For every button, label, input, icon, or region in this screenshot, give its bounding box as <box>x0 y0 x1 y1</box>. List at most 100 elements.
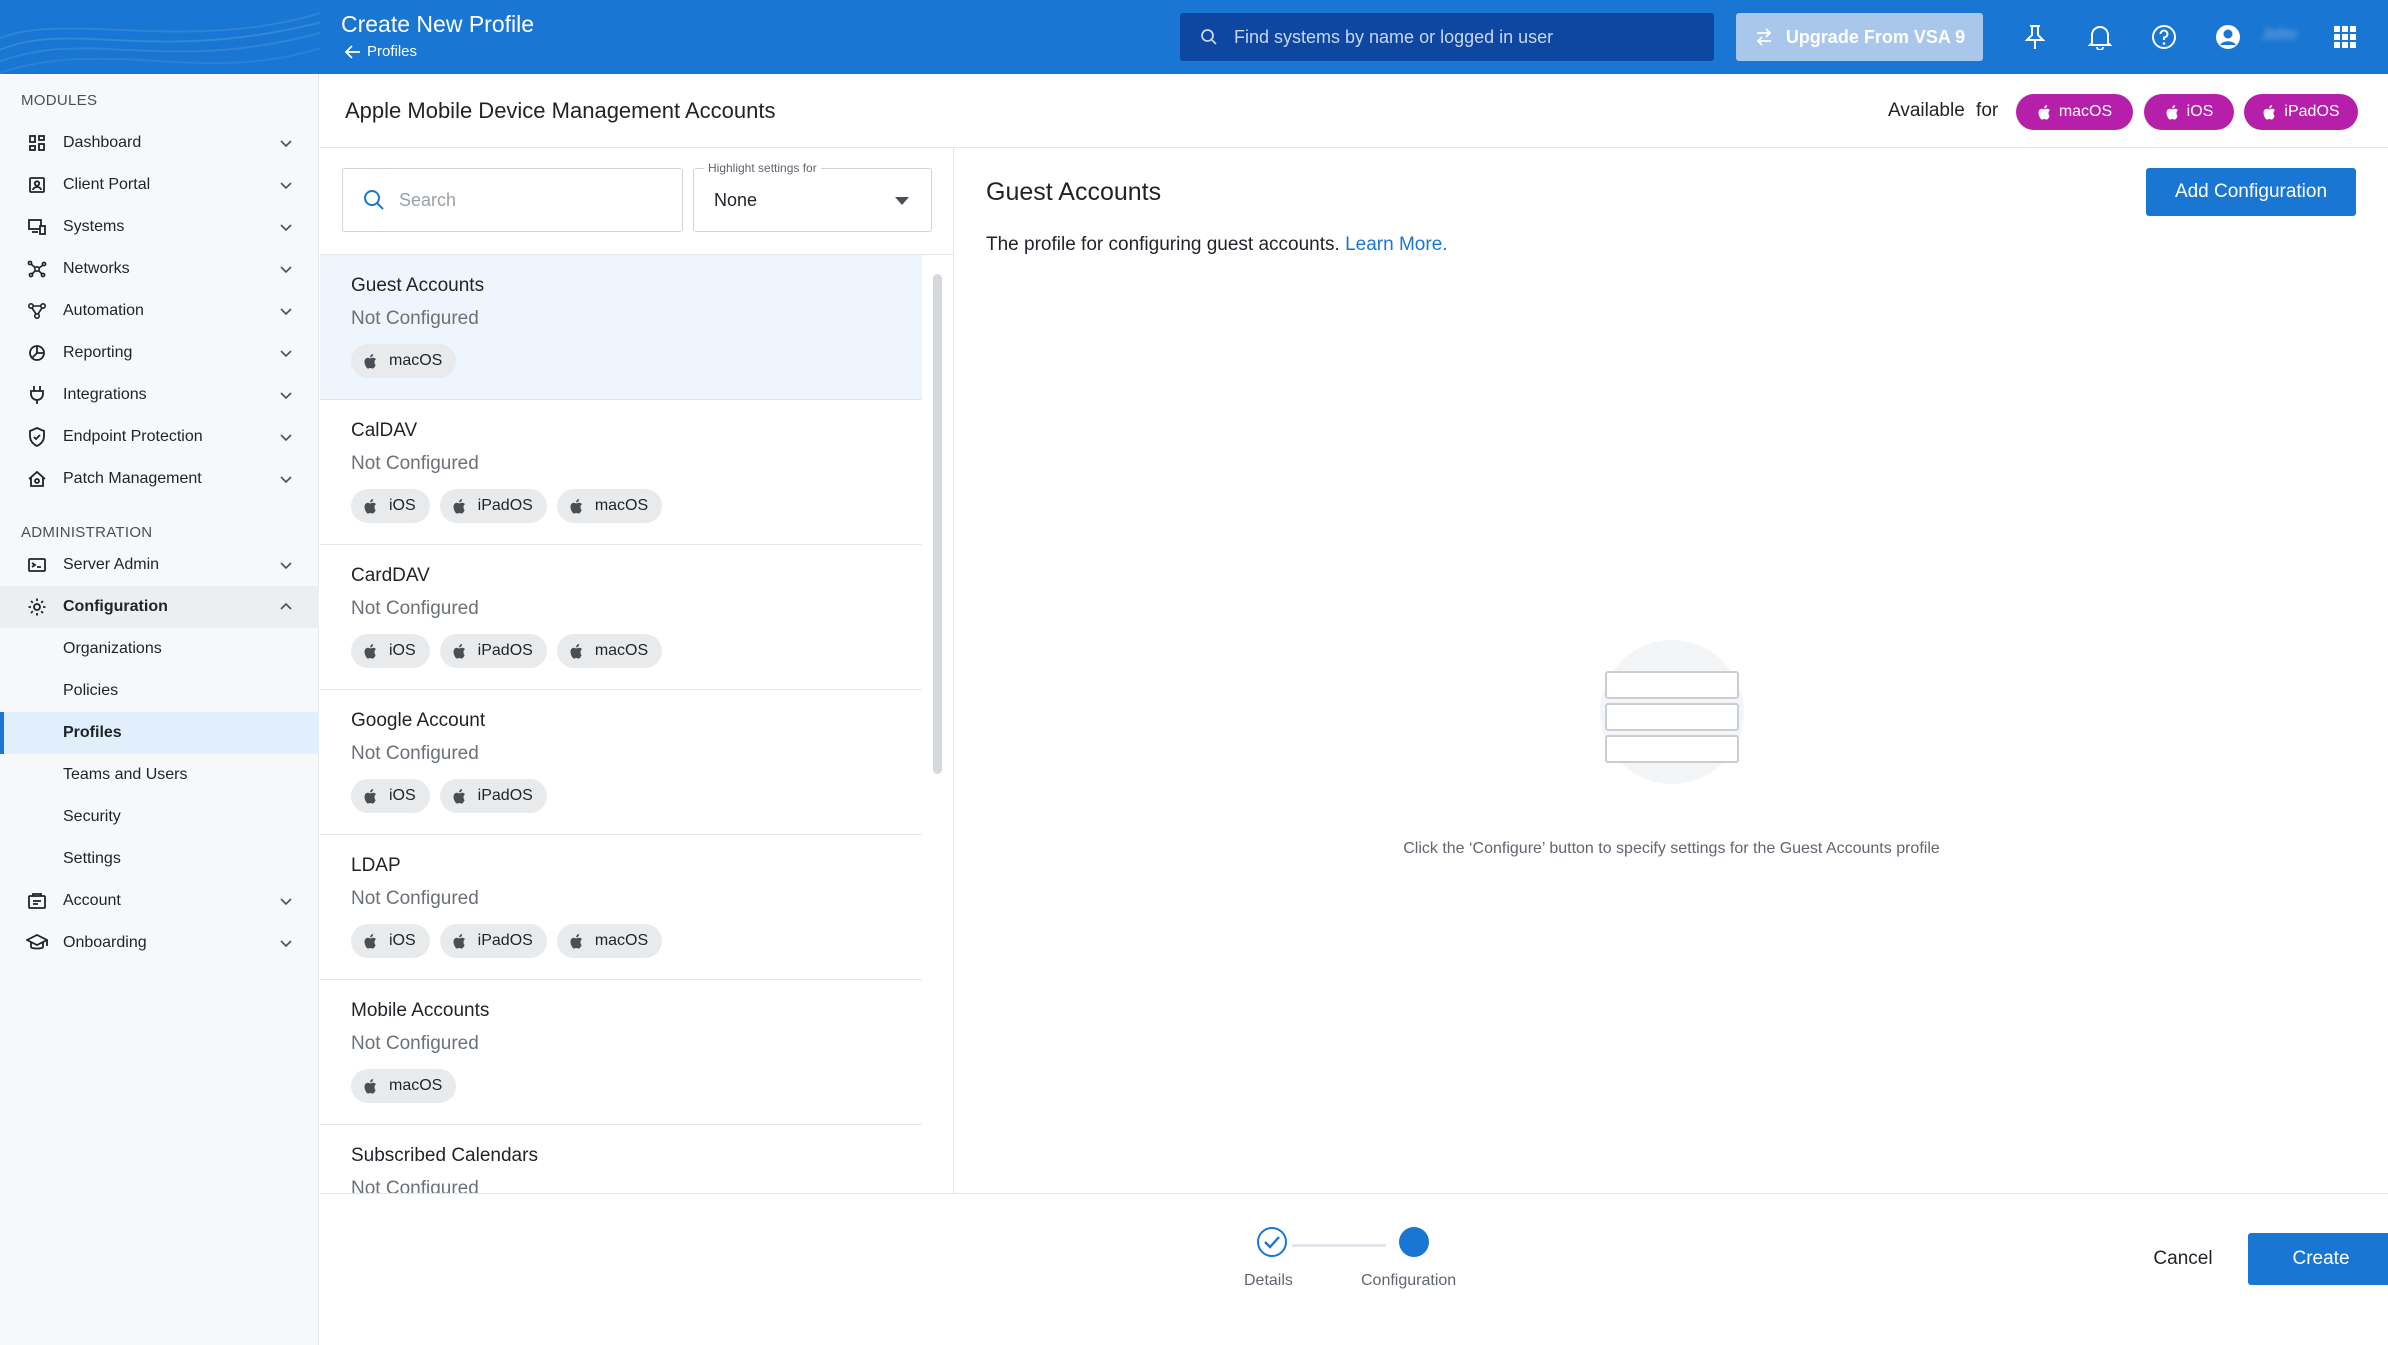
description-text: The profile for configuring guest accoun… <box>986 234 1340 255</box>
sidebar-item-label: Onboarding <box>63 934 147 951</box>
sidebar-item-automation[interactable]: Automation <box>0 290 319 332</box>
os-tag-label: iPadOS <box>477 642 533 659</box>
settings-list-item[interactable]: LDAP Not Configured iOS iPadOS macOS <box>320 835 922 980</box>
item-os-tags: iOS iPadOS <box>351 779 547 813</box>
apple-icon <box>453 498 465 514</box>
os-tag-label: macOS <box>594 642 649 659</box>
sidebar-subitem-teams-and-users[interactable]: Teams and Users <box>0 754 319 796</box>
chevron-down-icon <box>280 940 292 948</box>
apple-icon <box>364 498 376 514</box>
top-bar: Create New Profile Profiles Upgrade From… <box>0 0 2388 74</box>
list-scrollbar[interactable] <box>933 274 942 774</box>
settings-search[interactable] <box>342 168 683 232</box>
swap-icon <box>1756 28 1772 46</box>
settings-list-panel: Highlight settings for None Guest Accoun… <box>320 148 954 1193</box>
sidebar-item-server-admin[interactable]: Server Admin <box>0 544 319 586</box>
modules-section-label: MODULES <box>21 92 98 109</box>
sidebar-item-configuration[interactable]: Configuration <box>0 586 319 628</box>
os-tag: iPadOS <box>439 779 547 813</box>
item-name: LDAP <box>351 855 401 876</box>
step-label-configuration: Configuration <box>1361 1272 1457 1289</box>
os-tag: iOS <box>351 489 430 523</box>
item-name: CalDAV <box>351 420 418 441</box>
chevron-down-icon <box>280 224 292 232</box>
available-for-label: Available for <box>1888 100 1999 121</box>
os-tag-label: iOS <box>389 787 416 804</box>
graduation-icon <box>26 932 48 954</box>
os-tag: macOS <box>556 634 663 668</box>
sidebar-subitem-profiles[interactable]: Profiles <box>0 712 319 754</box>
apple-icon <box>453 788 465 804</box>
upgrade-label: Upgrade From VSA 9 <box>1785 26 1966 47</box>
sidebar-item-label: Endpoint Protection <box>63 428 203 445</box>
os-tag: macOS <box>556 489 663 523</box>
settings-list-item[interactable]: Subscribed Calendars Not Configured <box>320 1125 922 1193</box>
os-pill-ipados: iPadOS <box>2244 94 2358 130</box>
sidebar-item-label: Systems <box>63 218 125 235</box>
learn-more-link[interactable]: Learn More. <box>1345 234 1447 255</box>
network-icon <box>26 258 48 280</box>
step-current-indicator[interactable] <box>1396 1224 1432 1260</box>
os-pill-macos: macOS <box>2016 94 2133 130</box>
caret-down-icon <box>895 197 909 205</box>
chevron-down-icon <box>280 140 292 148</box>
item-status: Not Configured <box>351 888 479 909</box>
apple-icon <box>364 1078 376 1094</box>
chevron-down-icon <box>280 392 292 400</box>
add-configuration-button[interactable]: Add Configuration <box>2146 168 2356 216</box>
sidebar-item-reporting[interactable]: Reporting <box>0 332 319 374</box>
user-name[interactable]: John <box>2262 26 2297 44</box>
plug-icon <box>26 384 48 406</box>
sidebar-item-patch-management[interactable]: Patch Management <box>0 458 319 500</box>
highlight-settings-select[interactable]: Highlight settings for None <box>693 161 932 232</box>
sidebar-item-label: Reporting <box>63 344 133 361</box>
sidebar-subitem-security[interactable]: Security <box>0 796 319 838</box>
global-search-input[interactable] <box>1234 26 1694 48</box>
item-status: Not Configured <box>351 743 479 764</box>
devices-icon <box>26 216 48 238</box>
sidebar-item-account[interactable]: Account <box>0 880 319 922</box>
apple-icon <box>364 933 376 949</box>
sidebar-subitem-organizations[interactable]: Organizations <box>0 628 319 670</box>
sidebar-item-client-portal[interactable]: Client Portal <box>0 164 319 206</box>
pin-icon[interactable] <box>2018 20 2052 54</box>
chevron-down-icon <box>280 476 292 484</box>
cancel-button[interactable]: Cancel <box>2133 1234 2233 1284</box>
item-os-tags: iOS iPadOS macOS <box>351 489 663 523</box>
bell-icon[interactable] <box>2083 20 2117 54</box>
patch-icon <box>26 468 48 490</box>
os-tag: iPadOS <box>439 924 547 958</box>
sidebar-item-dashboard[interactable]: Dashboard <box>0 122 319 164</box>
apple-icon <box>570 933 582 949</box>
create-button[interactable]: Create <box>2248 1233 2388 1285</box>
os-tag-label: macOS <box>594 497 649 514</box>
os-tag: iOS <box>351 634 430 668</box>
settings-list-item[interactable]: Mobile Accounts Not Configured macOS <box>320 980 922 1125</box>
os-tag: macOS <box>351 1069 457 1103</box>
item-os-tags: macOS <box>351 344 457 378</box>
settings-list-item[interactable]: Guest Accounts Not Configured macOS <box>320 255 922 400</box>
item-status: Not Configured <box>351 598 479 619</box>
detail-title: Guest Accounts <box>986 178 1162 206</box>
upgrade-button[interactable]: Upgrade From VSA 9 <box>1736 13 1983 61</box>
settings-list-item[interactable]: Google Account Not Configured iOS iPadOS <box>320 690 922 835</box>
global-search[interactable] <box>1180 13 1714 61</box>
sidebar-item-endpoint-protection[interactable]: Endpoint Protection <box>0 416 319 458</box>
sidebar-item-onboarding[interactable]: Onboarding <box>0 922 319 964</box>
step-completed-check-icon[interactable] <box>1254 1224 1290 1260</box>
apps-grid-icon[interactable] <box>2328 20 2362 54</box>
breadcrumb-back-link[interactable]: Profiles <box>345 43 417 60</box>
breadcrumb-label: Profiles <box>367 43 418 60</box>
apple-icon <box>364 788 376 804</box>
settings-search-input[interactable] <box>399 189 669 211</box>
help-icon[interactable] <box>2147 20 2181 54</box>
user-avatar-icon[interactable] <box>2211 20 2245 54</box>
sidebar-item-networks[interactable]: Networks <box>0 248 319 290</box>
item-status: Not Configured <box>351 308 479 329</box>
settings-list-item[interactable]: CalDAV Not Configured iOS iPadOS macOS <box>320 400 922 545</box>
sidebar-item-systems[interactable]: Systems <box>0 206 319 248</box>
sidebar-subitem-settings[interactable]: Settings <box>0 838 319 880</box>
sidebar-subitem-policies[interactable]: Policies <box>0 670 319 712</box>
sidebar-item-integrations[interactable]: Integrations <box>0 374 319 416</box>
settings-list-item[interactable]: CardDAV Not Configured iOS iPadOS macOS <box>320 545 922 690</box>
